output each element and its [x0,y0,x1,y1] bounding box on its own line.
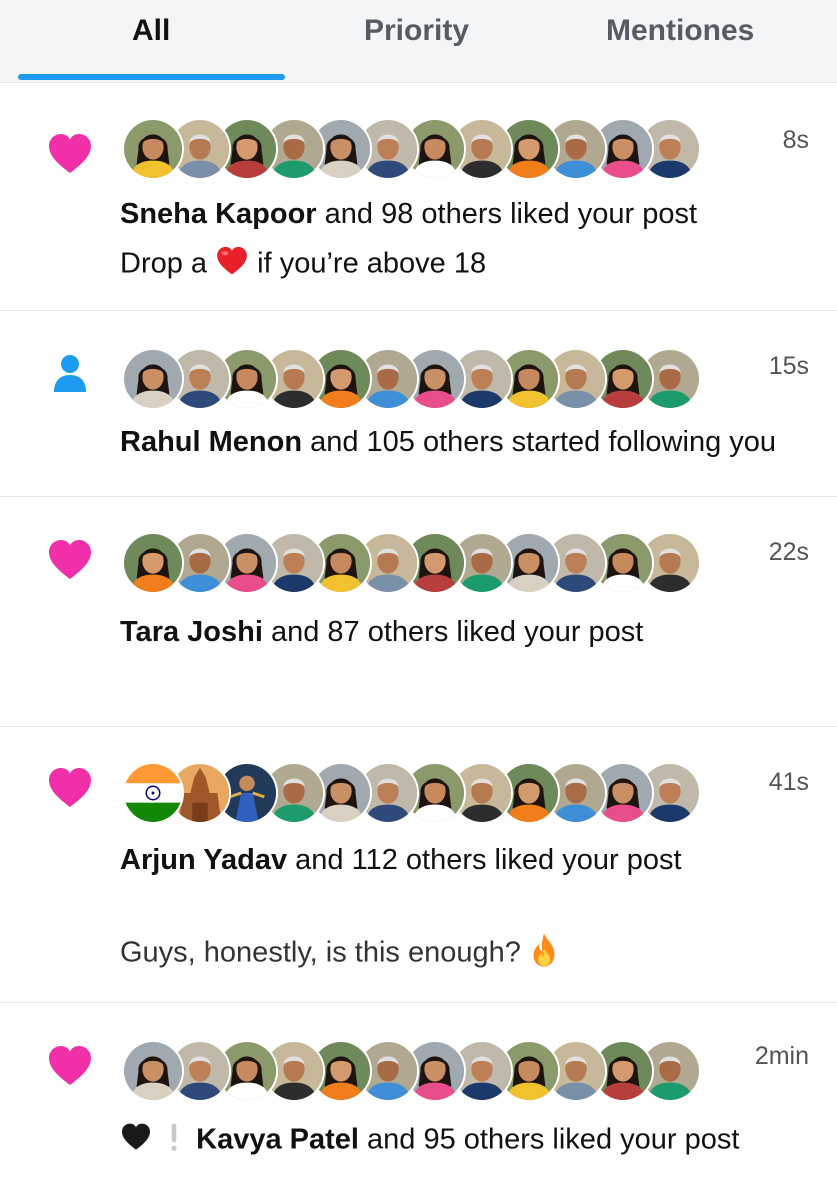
heart-icon [46,1042,94,1090]
action-text: and 105 others started following you [302,426,777,458]
timestamp: 8s [782,126,809,154]
heart-icon [46,130,94,178]
timestamp: 41s [768,768,809,796]
notification-item[interactable]: 15s Rahul Menon and 105 others started f… [0,346,837,497]
timestamp: 22s [768,538,809,566]
actor-name[interactable]: Rahul Menon [120,426,302,458]
post-text-body: Guys, honestly, is this enough? [120,936,529,969]
exclamation-emoji [168,1120,180,1162]
notification-text: Rahul Menon and 105 others started follo… [120,426,776,459]
notification-text: Sneha Kapoor and 98 others liked your po… [120,198,697,231]
heart-icon [46,536,94,584]
action-text: and 87 others liked your post [262,616,644,648]
notification-item[interactable]: 8s Sneha Kapoor and 98 others liked your… [0,112,837,311]
tab-all[interactable]: All [132,14,170,48]
notification-tabs: All Priority Mentiones [0,0,837,83]
notification-item[interactable]: 2min Kavya Patel and 95 others liked you… [0,1036,837,1200]
avatar[interactable] [122,118,184,180]
red-heart-emoji [215,244,249,286]
avatar[interactable] [122,762,184,824]
actor-name[interactable]: Arjun Yadav [120,844,287,876]
timestamp: 15s [768,352,809,380]
avatar[interactable] [122,1040,184,1102]
avatar[interactable] [122,348,184,410]
post-text-end: if you’re above 18 [249,247,487,280]
black-heart-emoji [120,1121,152,1161]
fire-emoji [529,932,559,976]
action-text: and 112 others liked your post [287,844,682,876]
tab-mentions[interactable]: Mentiones [606,14,754,48]
notification-text: Tara Joshi and 87 others liked your post [120,616,643,649]
notification-item[interactable]: 41s Arjun Yadav and 112 others liked you… [0,758,837,1003]
avatar[interactable] [122,532,184,594]
actor-name[interactable]: Kavya Patel [196,1124,359,1156]
notification-text: Arjun Yadav and 112 others liked your po… [120,844,682,877]
notification-text: Kavya Patel and 95 others liked your pos… [120,1120,739,1162]
actor-name[interactable]: Tara Joshi [120,616,263,648]
notification-item[interactable]: 22s Tara Joshi and 87 others liked your … [0,528,837,727]
active-tab-indicator [18,74,285,80]
post-text: Drop a if you’re above 18 [120,244,486,286]
action-text: and 95 others liked your post [358,1123,740,1156]
heart-icon [46,764,94,812]
person-icon [46,350,94,398]
action-text: and 98 others liked your post [316,198,698,230]
post-text-start: Drop a [120,247,216,280]
tab-priority[interactable]: Priority [364,14,469,48]
actor-name[interactable]: Sneha Kapoor [120,198,317,230]
timestamp: 2min [754,1042,809,1070]
post-text: Guys, honestly, is this enough? [120,932,559,976]
